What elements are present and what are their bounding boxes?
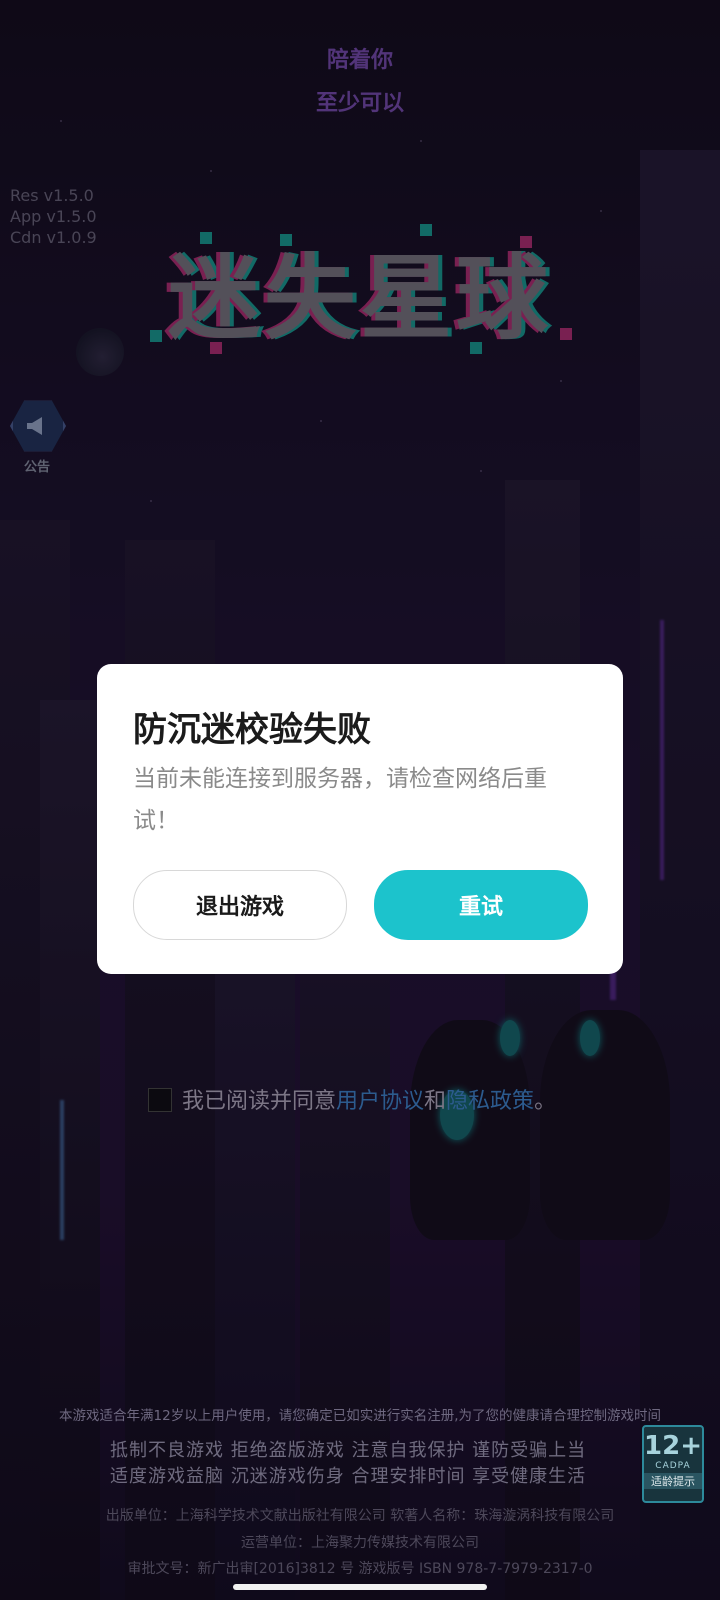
age-rating-badge[interactable]: 12+ CADPA 适龄提示 bbox=[642, 1425, 704, 1503]
agreement-row: 我已阅读并同意用户协议和隐私政策。 bbox=[148, 1083, 556, 1115]
slogan-line-2: 适度游戏益脑 沉迷游戏伤身 合理安排时间 享受健康生活 bbox=[110, 1466, 587, 1487]
agreement-prefix: 我已阅读并同意 bbox=[182, 1089, 337, 1114]
agreement-suffix: 。 bbox=[534, 1089, 557, 1114]
age-rating-org: CADPA bbox=[655, 1461, 691, 1471]
exit-game-button[interactable]: 退出游戏 bbox=[133, 870, 347, 940]
anti-addiction-dialog: 防沉迷校验失败 当前未能连接到服务器，请检查网络后重试！ 退出游戏 重试 bbox=[97, 664, 623, 974]
home-indicator[interactable] bbox=[233, 1584, 487, 1590]
agreement-and: 和 bbox=[424, 1089, 447, 1114]
privacy-policy-link[interactable]: 隐私政策 bbox=[446, 1089, 534, 1114]
approval-info: 审批文号：新广出审[2016]3812 号 游戏版号 ISBN 978-7-79… bbox=[127, 1561, 593, 1577]
age-notice: 本游戏适合年满12岁以上用户使用，请您确定已如实进行实名注册,为了您的健康请合理… bbox=[59, 1408, 661, 1424]
operator-info: 运营单位：上海聚力传媒技术有限公司 bbox=[241, 1535, 479, 1551]
dialog-message: 当前未能连接到服务器，请检查网络后重试！ bbox=[133, 766, 547, 834]
dialog-title: 防沉迷校验失败 bbox=[133, 710, 371, 750]
agreement-checkbox[interactable] bbox=[148, 1088, 172, 1112]
age-rating: 12+ bbox=[644, 1431, 702, 1461]
retry-button[interactable]: 重试 bbox=[374, 870, 588, 940]
user-agreement-link[interactable]: 用户协议 bbox=[336, 1089, 424, 1114]
publisher-info: 出版单位：上海科学技术文献出版社有限公司 软著人名称：珠海漩涡科技有限公司 bbox=[105, 1508, 615, 1524]
slogan-line-1: 抵制不良游戏 拒绝盗版游戏 注意自我保护 谨防受骗上当 bbox=[110, 1440, 587, 1461]
age-rating-tip: 适龄提示 bbox=[644, 1473, 702, 1489]
